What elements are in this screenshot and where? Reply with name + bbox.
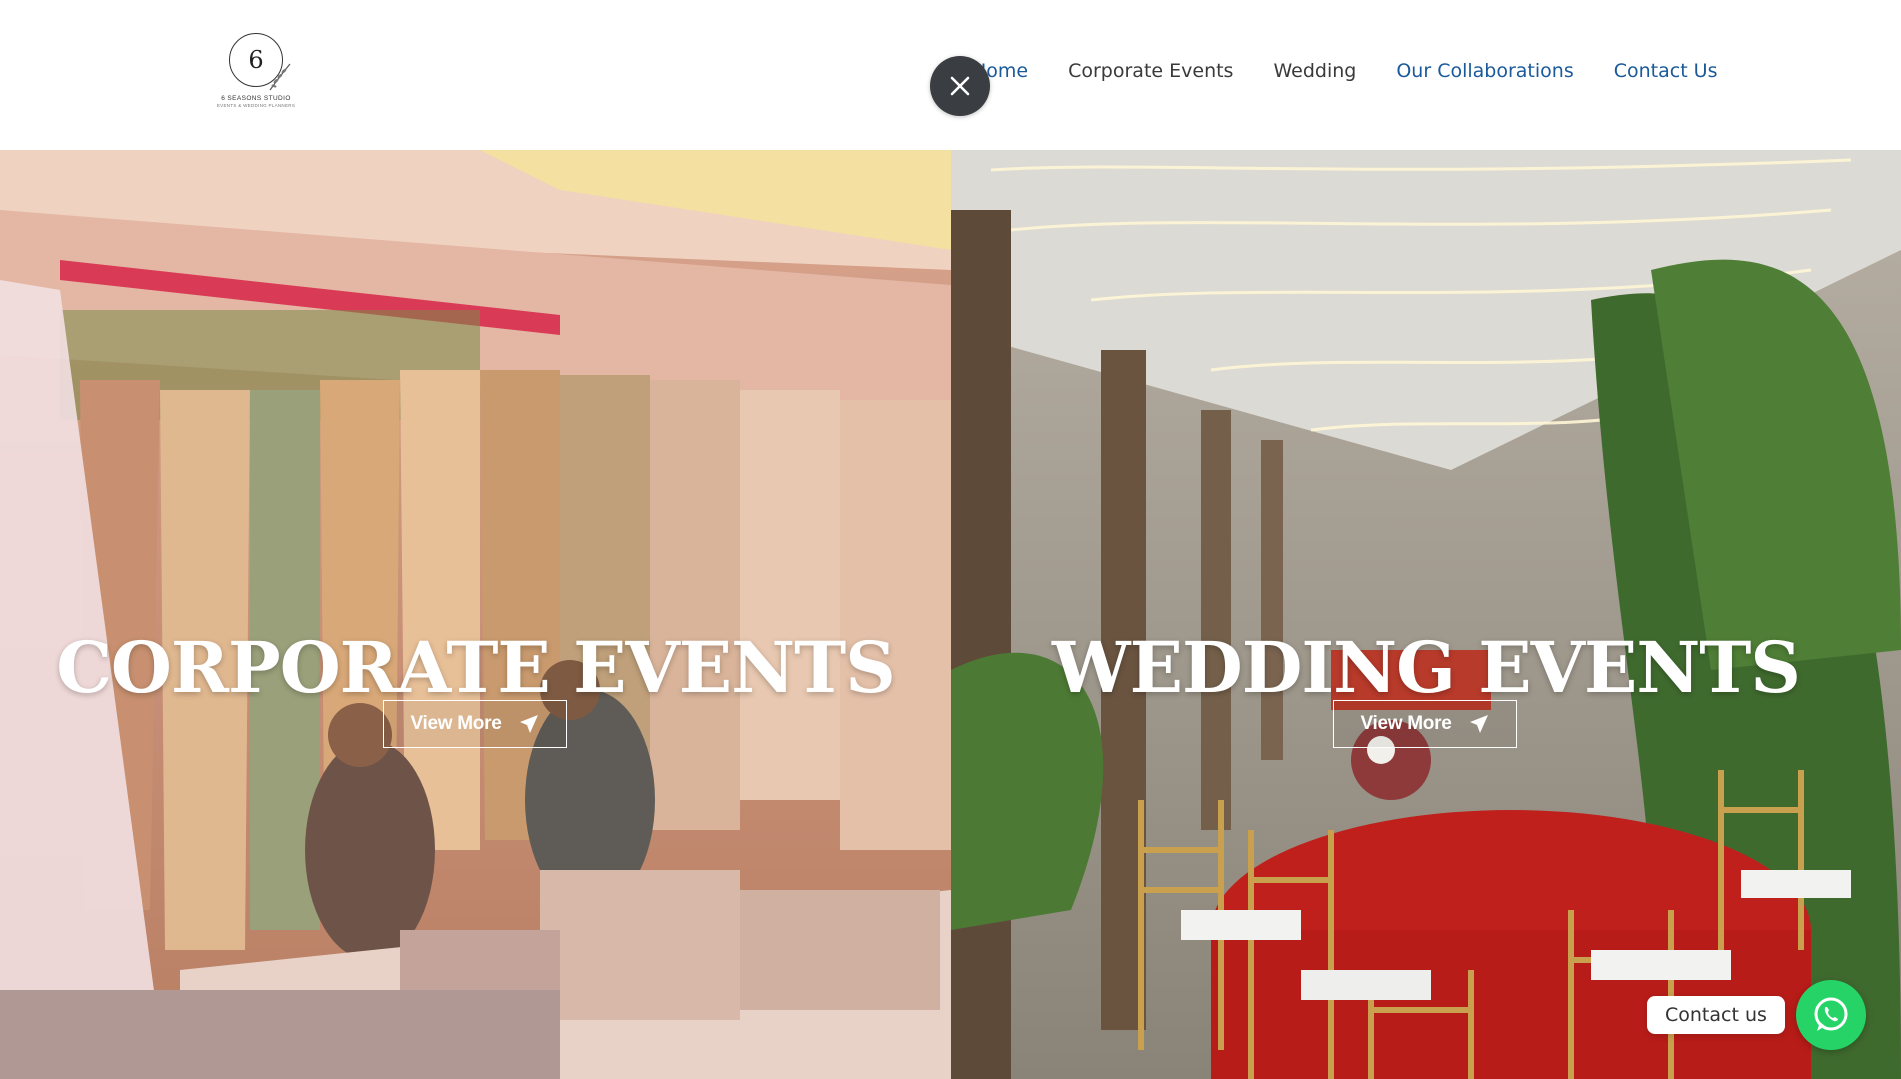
leaf-icon: [269, 63, 291, 91]
nav-corporate-events[interactable]: Corporate Events: [1068, 59, 1233, 83]
nav-contact-us[interactable]: Contact Us: [1614, 59, 1718, 83]
site-header: 6 6 SEASONS STUDIO EVENTS & WEDDING PLAN…: [0, 0, 1901, 151]
view-more-label: View More: [1360, 713, 1452, 734]
send-icon: [1470, 715, 1489, 733]
site-logo[interactable]: 6 6 SEASONS STUDIO EVENTS & WEDDING PLAN…: [217, 33, 295, 115]
corporate-events-photo: [0, 150, 951, 1079]
contact-us-label[interactable]: Contact us: [1647, 996, 1785, 1034]
main-nav: Home Corporate Events Wedding Our Collab…: [972, 59, 1758, 83]
close-icon: [950, 76, 970, 96]
send-icon: [520, 715, 539, 733]
whatsapp-icon: [1814, 997, 1848, 1031]
wedding-events-panel[interactable]: WEDDING EVENTS View More: [951, 150, 1901, 1079]
wedding-view-more-button[interactable]: View More: [1333, 700, 1517, 748]
wedding-events-title: WEDDING EVENTS: [1052, 626, 1801, 709]
nav-wedding[interactable]: Wedding: [1273, 59, 1356, 83]
close-menu-button[interactable]: [930, 56, 990, 116]
whatsapp-button[interactable]: [1796, 980, 1866, 1050]
logo-tagline: EVENTS & WEDDING PLANNERS: [216, 103, 296, 108]
wedding-events-photo: [951, 150, 1901, 1079]
corporate-events-panel[interactable]: CORPORATE EVENTS View More: [0, 150, 951, 1079]
corporate-view-more-button[interactable]: View More: [383, 700, 567, 748]
corporate-events-title: CORPORATE EVENTS: [56, 626, 896, 709]
logo-brand: 6 SEASONS STUDIO: [221, 95, 291, 102]
logo-mark: 6: [229, 33, 291, 91]
view-more-label: View More: [410, 713, 502, 734]
nav-our-collaborations[interactable]: Our Collaborations: [1396, 59, 1573, 83]
